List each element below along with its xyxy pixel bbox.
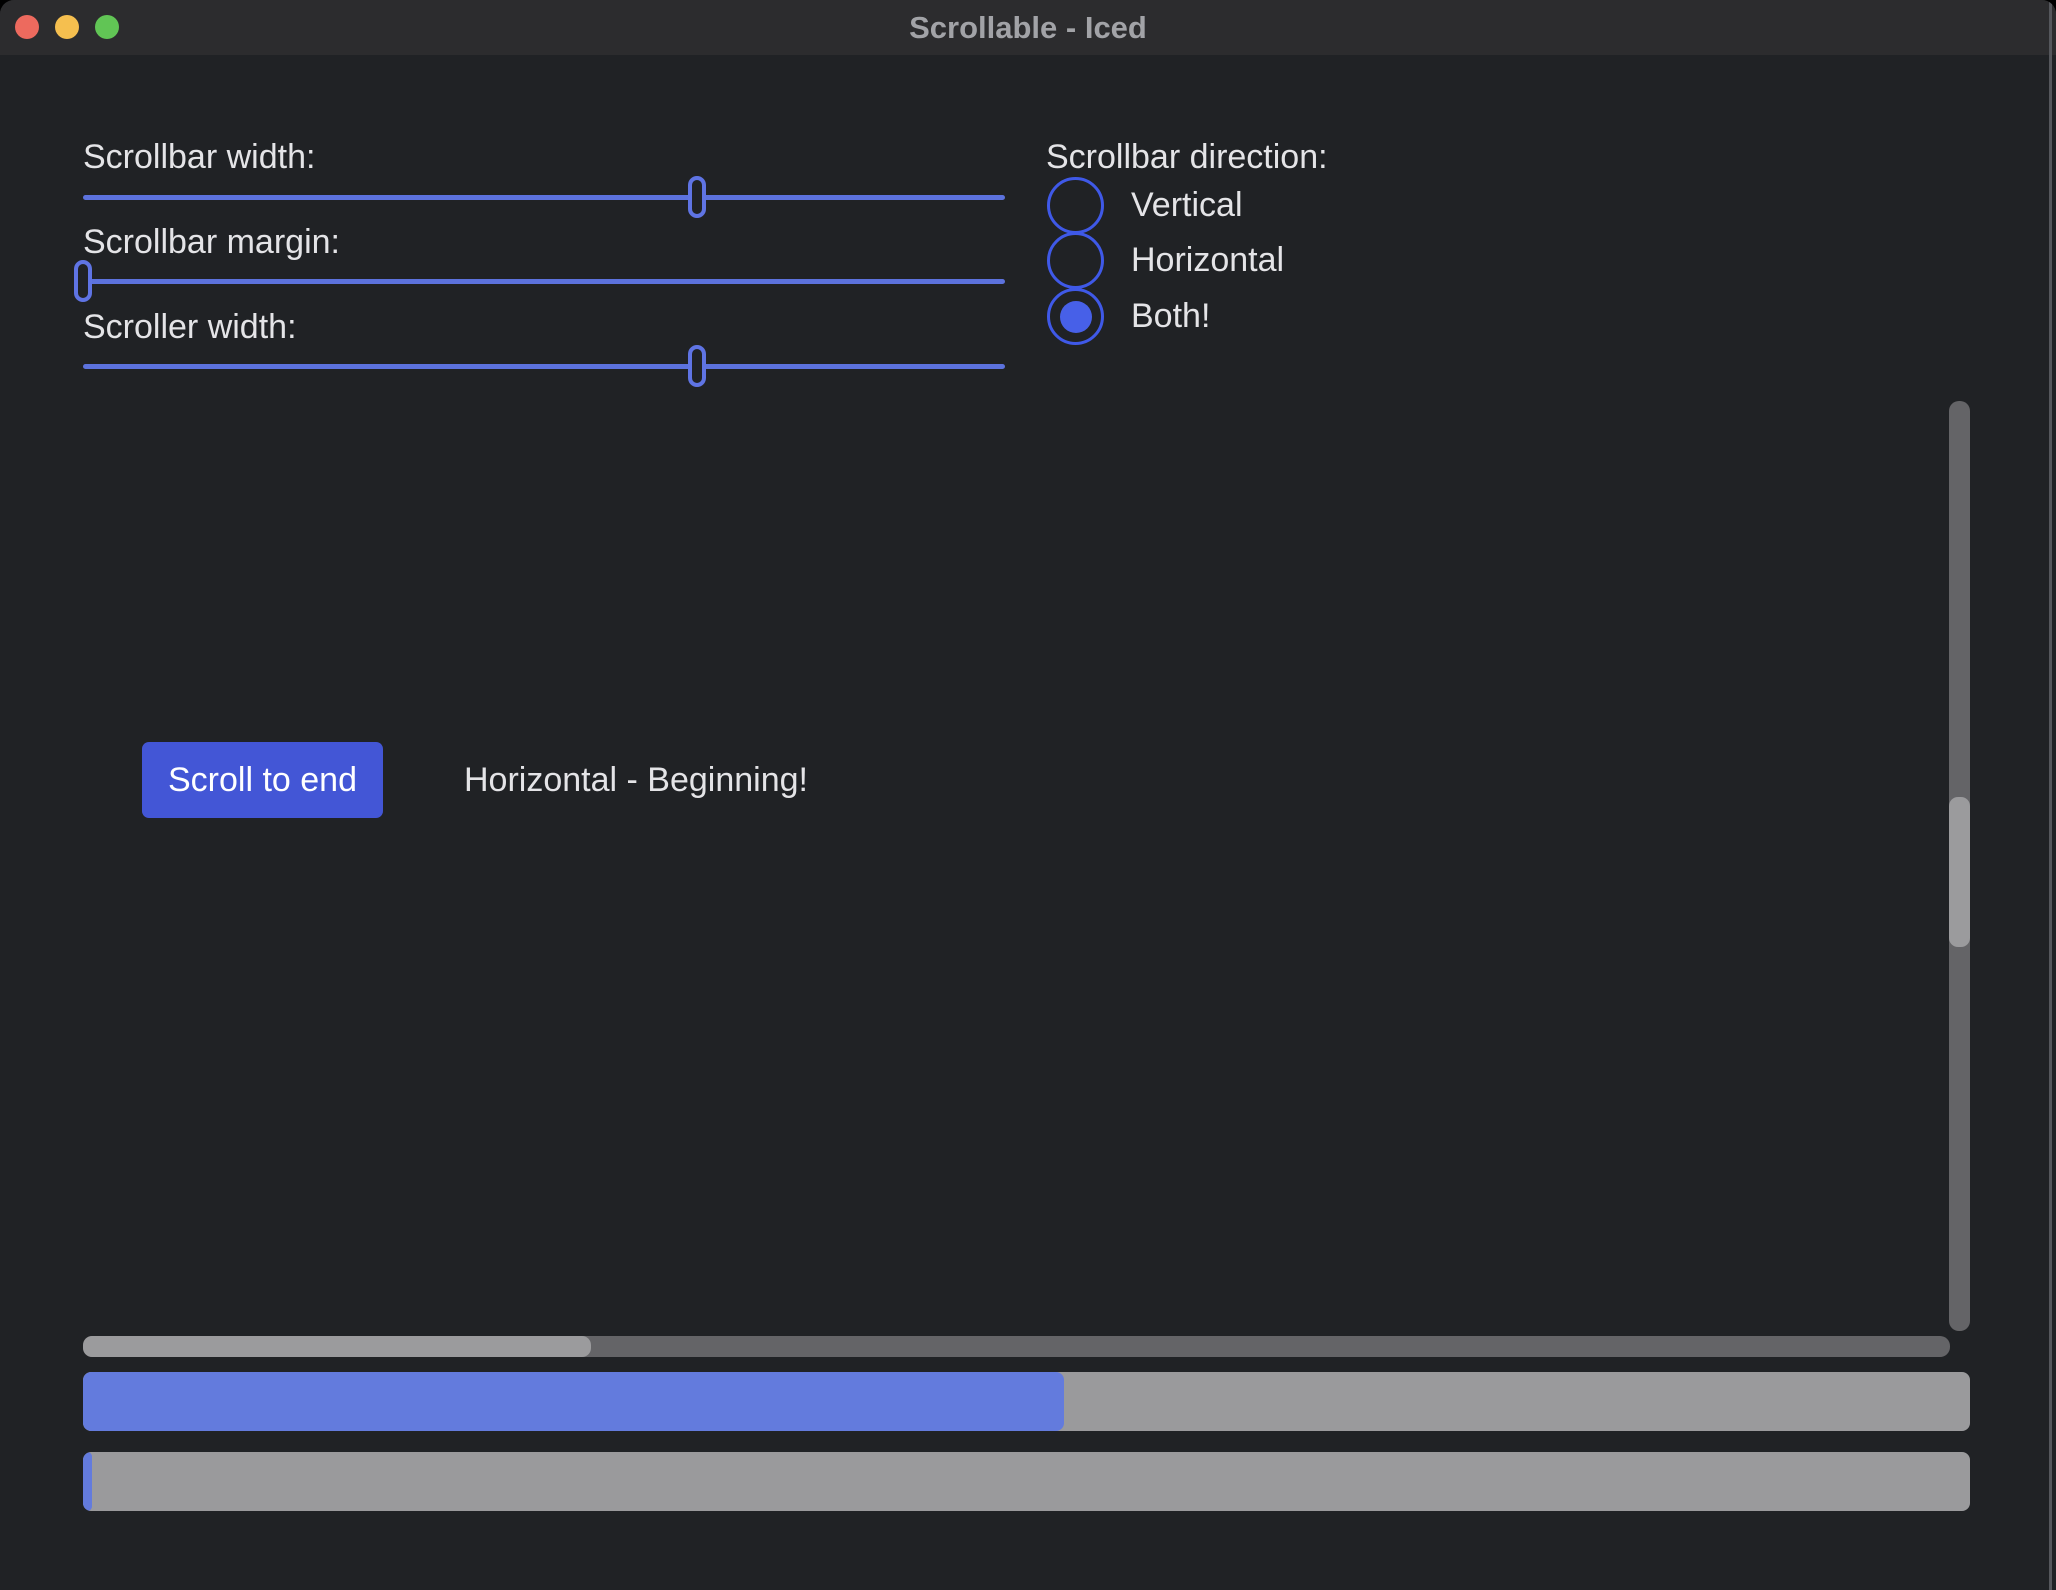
scrollbar-margin-slider[interactable] bbox=[83, 279, 1005, 284]
scroll-status-text: Horizontal - Beginning! bbox=[464, 742, 808, 818]
scroller-width-slider[interactable] bbox=[83, 364, 1005, 369]
window-title: Scrollable - Iced bbox=[0, 0, 2056, 55]
horizontal-progress-bar bbox=[83, 1372, 1970, 1431]
scroller-width-slider-handle[interactable] bbox=[688, 345, 706, 387]
scrollbar-margin-slider-handle[interactable] bbox=[74, 260, 92, 302]
scrollbar-direction-label: Scrollbar direction: bbox=[1046, 138, 1328, 177]
scroll-to-end-button[interactable]: Scroll to end bbox=[142, 742, 383, 818]
vertical-scrollbar[interactable] bbox=[1949, 401, 1970, 1331]
radio-vertical[interactable] bbox=[1047, 177, 1104, 234]
radio-horizontal-label[interactable]: Horizontal bbox=[1131, 232, 1284, 289]
scroller-width-label: Scroller width: bbox=[83, 308, 297, 347]
horizontal-scrollbar-thumb[interactable] bbox=[83, 1336, 591, 1357]
scrollbar-width-slider[interactable] bbox=[83, 195, 1005, 200]
radio-both-label[interactable]: Both! bbox=[1131, 288, 1210, 345]
horizontal-progress-fill bbox=[83, 1372, 1064, 1431]
vertical-scrollbar-thumb[interactable] bbox=[1949, 797, 1970, 947]
vertical-progress-bar bbox=[83, 1452, 1970, 1511]
app-window: Scrollable - Iced Scrollbar width: Scrol… bbox=[0, 0, 2056, 1590]
radio-both[interactable] bbox=[1047, 288, 1104, 345]
scrollbar-width-label: Scrollbar width: bbox=[83, 138, 315, 177]
radio-vertical-label[interactable]: Vertical bbox=[1131, 177, 1243, 234]
scrollbar-margin-label: Scrollbar margin: bbox=[83, 223, 340, 262]
horizontal-scrollbar[interactable] bbox=[83, 1336, 1950, 1357]
radio-both-dot bbox=[1060, 301, 1092, 333]
scroll-to-end-button-label: Scroll to end bbox=[168, 761, 357, 800]
window-right-edge bbox=[2049, 0, 2052, 1590]
vertical-progress-fill bbox=[83, 1452, 92, 1511]
titlebar: Scrollable - Iced bbox=[0, 0, 2056, 55]
scrollbar-width-slider-handle[interactable] bbox=[688, 176, 706, 218]
radio-horizontal[interactable] bbox=[1047, 232, 1104, 289]
